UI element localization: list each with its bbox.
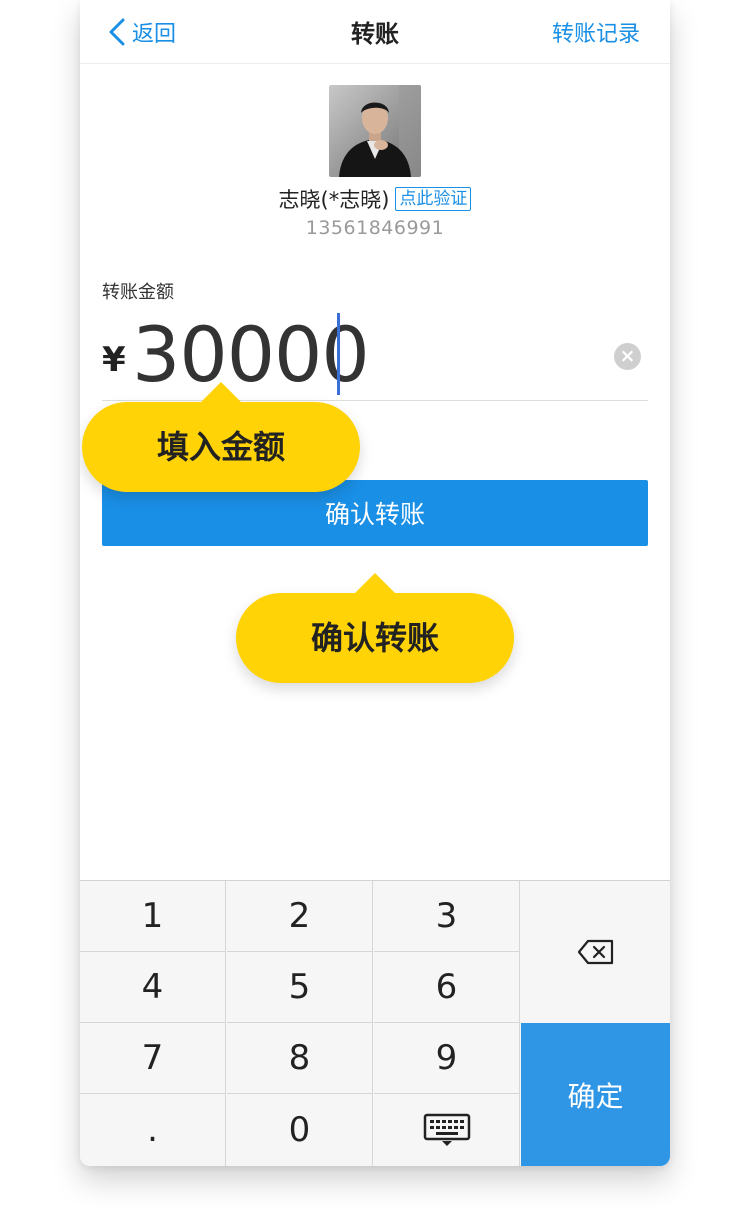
- phone-screen: 返回 转账 转账记录 志晓(*志晓) 点此验证 13561846991 转账金额…: [80, 0, 670, 1166]
- key-dot[interactable]: .: [80, 1094, 226, 1166]
- numeric-keypad: 1 2 3 4 5 6 7 8 9 . 0 确定: [80, 880, 670, 1166]
- recipient-phone: 13561846991: [305, 217, 445, 239]
- key-8[interactable]: 8: [227, 1023, 373, 1094]
- key-9[interactable]: 9: [374, 1023, 520, 1094]
- avatar-photo: [329, 85, 421, 177]
- verify-link[interactable]: 点此验证: [395, 187, 472, 211]
- backspace-key[interactable]: [521, 881, 670, 1023]
- transfer-history-link[interactable]: 转账记录: [552, 16, 640, 48]
- amount-value: 30000: [132, 310, 370, 399]
- recipient-name: 志晓(*志晓): [278, 188, 390, 212]
- key-7[interactable]: 7: [80, 1023, 226, 1094]
- keyboard-icon: [423, 1113, 470, 1146]
- key-4[interactable]: 4: [80, 952, 226, 1023]
- hide-keyboard-key[interactable]: [374, 1094, 520, 1166]
- callout-confirm-transfer: 确认转账: [236, 573, 514, 683]
- key-0[interactable]: 0: [227, 1094, 373, 1166]
- key-2[interactable]: 2: [227, 881, 373, 952]
- currency-symbol: ¥: [102, 340, 126, 380]
- recipient-line: 志晓(*志晓) 点此验证: [80, 184, 670, 214]
- text-caret: [337, 313, 340, 395]
- key-3[interactable]: 3: [374, 881, 520, 952]
- amount-input[interactable]: ¥ 30000 ×: [102, 310, 648, 401]
- key-5[interactable]: 5: [227, 952, 373, 1023]
- nav-bar: 返回 转账 转账记录: [80, 0, 670, 64]
- callout-fill-amount: 填入金额: [82, 382, 360, 492]
- backspace-icon: [577, 939, 613, 965]
- keypad-confirm-button[interactable]: 确定: [521, 1023, 670, 1166]
- avatar: [329, 85, 421, 177]
- clear-icon[interactable]: ×: [614, 343, 641, 370]
- amount-label: 转账金额: [102, 282, 174, 303]
- key-6[interactable]: 6: [374, 952, 520, 1023]
- key-1[interactable]: 1: [80, 881, 226, 952]
